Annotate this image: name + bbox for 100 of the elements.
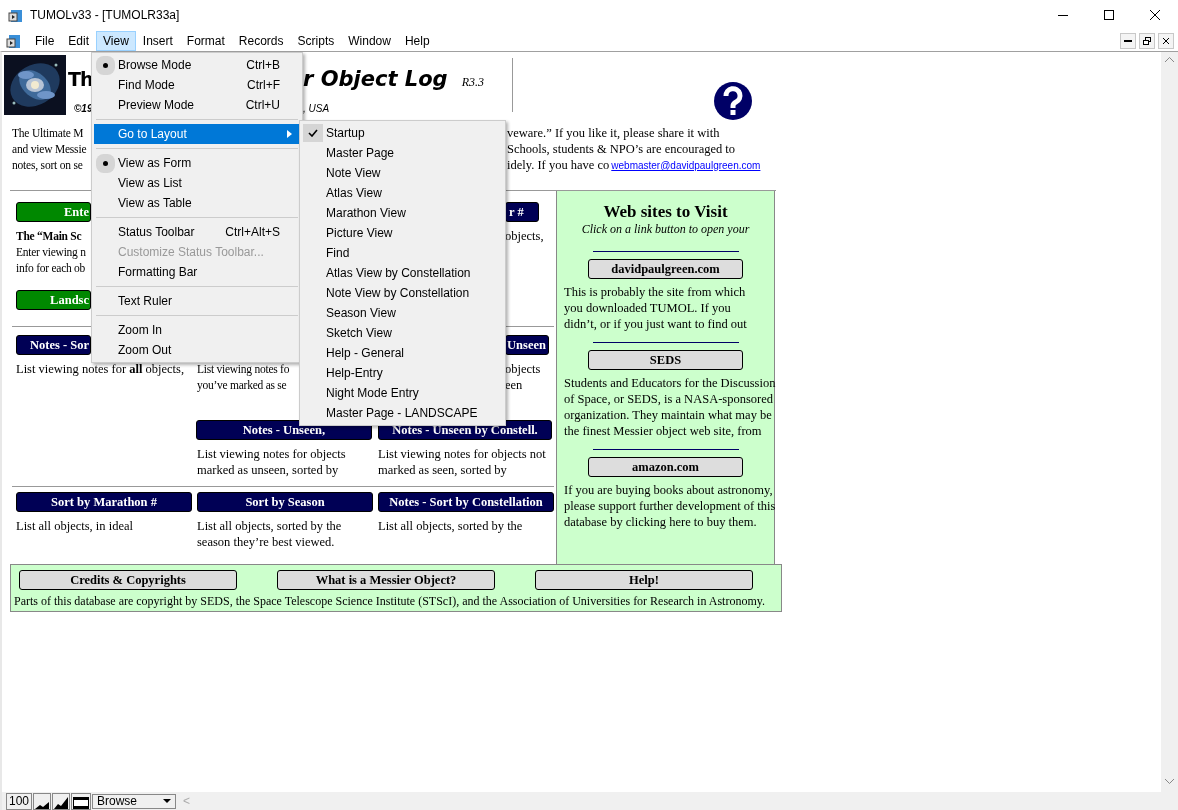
window-title: TUMOLv33 - [TUMOLR33a]: [30, 8, 180, 22]
intro-text: The Ultimate M: [12, 126, 84, 141]
layout-button[interactable]: Sort by Season: [197, 492, 373, 512]
help-icon: [713, 81, 753, 121]
website-button[interactable]: davidpaulgreen.com: [588, 259, 743, 279]
description-text: Enter viewing n: [16, 245, 86, 260]
intro-text: notes, sort on se: [12, 158, 83, 173]
layout-button[interactable]: Sort by Marathon #: [16, 492, 192, 512]
menu-option[interactable]: Zoom Out: [94, 340, 300, 360]
menu-option[interactable]: Status Toolbar Ctrl+Alt+S: [94, 222, 300, 242]
document-restore-button[interactable]: [1139, 32, 1155, 49]
menu-option[interactable]: View as List: [94, 173, 300, 193]
mountain-icon: [54, 796, 69, 809]
close-icon: [1162, 36, 1170, 45]
menu-option[interactable]: Atlas View: [302, 183, 503, 203]
release-label: R3.3: [461, 75, 484, 90]
document-minimize-button[interactable]: [1120, 32, 1136, 49]
menu-option[interactable]: Go to Layout: [94, 124, 300, 144]
description-text: objects: [505, 361, 541, 377]
description-text: you’ve marked as se: [197, 378, 287, 393]
menu-option[interactable]: Text Ruler: [94, 291, 300, 311]
menu-option[interactable]: Startup: [302, 123, 503, 143]
menu-option[interactable]: Preview Mode Ctrl+U: [94, 95, 300, 115]
site-description: If you are buying books about astronomy,: [564, 482, 773, 498]
intro-text: veware.” If you like it, please share it with: [507, 125, 720, 141]
copyright-text: , USA: [303, 103, 330, 114]
layout-button[interactable]: Unseen: [505, 335, 549, 355]
menu-option[interactable]: Atlas View by Constellation: [302, 263, 503, 283]
menu-item[interactable]: Help: [397, 30, 437, 51]
description-text: season they’re best viewed.: [197, 534, 335, 550]
menu-option[interactable]: Help-Entry: [302, 363, 503, 383]
panel-title: Web sites to Visit: [603, 203, 728, 221]
menu-item[interactable]: Format: [179, 30, 232, 51]
minimize-icon: [1058, 14, 1068, 16]
layout-button[interactable]: r #: [505, 202, 539, 222]
menu-option[interactable]: Night Mode Entry: [302, 383, 503, 403]
vertical-scrollbar[interactable]: [1161, 52, 1178, 792]
menu-option[interactable]: Find: [302, 243, 503, 263]
description-heading: The “Main Sc: [16, 229, 82, 244]
description-text: List viewing notes fo: [197, 362, 290, 377]
menu-option[interactable]: Sketch View: [302, 323, 503, 343]
site-description: didn’t, or if you just want to find out: [564, 316, 747, 332]
restore-icon: [1143, 36, 1151, 45]
description-text: marked as unseen, sorted by: [197, 462, 339, 478]
menu-option[interactable]: Browse Mode Ctrl+B: [94, 55, 300, 75]
website-button[interactable]: amazon.com: [588, 457, 743, 477]
close-icon: [1150, 10, 1160, 20]
document-icon: [6, 32, 22, 49]
minimize-icon: [1124, 39, 1132, 42]
site-description: of Space, or SEDS, is a NASA-sponsored: [564, 391, 773, 407]
menu-item[interactable]: Window: [341, 30, 398, 51]
window-icon: [73, 796, 90, 809]
footer-button[interactable]: What is a Messier Object?: [277, 570, 495, 590]
layout-button[interactable]: Ente: [16, 202, 91, 222]
menu-option[interactable]: Master Page - LANDSCAPE: [302, 403, 503, 423]
footer-button[interactable]: Help!: [535, 570, 753, 590]
menu-item[interactable]: Scripts: [290, 30, 342, 51]
intro-text: Schools, students & NPO’s are encouraged to: [507, 141, 736, 157]
dropdown-arrow-icon: [163, 799, 172, 803]
menu-item[interactable]: Records: [231, 30, 291, 51]
layout-button[interactable]: Notes - Sort by Constellation: [378, 492, 554, 512]
menu-option[interactable]: View as Table: [94, 193, 300, 213]
description-text: List viewing notes for objects not: [378, 446, 546, 462]
menu-option[interactable]: Marathon View: [302, 203, 503, 223]
menu-option[interactable]: Note View by Constellation: [302, 283, 503, 303]
menu-option[interactable]: Formatting Bar: [94, 262, 300, 282]
layout-button[interactable]: Notes - Sor: [16, 335, 91, 355]
app-icon: [8, 7, 24, 23]
menu-option[interactable]: Note View: [302, 163, 503, 183]
menu-option[interactable]: Zoom In: [94, 320, 300, 340]
site-description: Students and Educators for the Discussion: [564, 375, 776, 391]
menu-item[interactable]: Edit: [61, 30, 97, 51]
intro-text: idely. If you have co: [507, 157, 610, 173]
menu-option[interactable]: Season View: [302, 303, 503, 323]
site-description: you downloaded TUMOL. If you: [564, 300, 731, 316]
description-text: een: [505, 377, 523, 393]
email-link[interactable]: webmaster@davidpaulgreen.com: [611, 160, 761, 171]
document-close-button[interactable]: [1158, 32, 1174, 49]
description-text: List viewing notes for all objects,: [16, 361, 185, 377]
menu-option[interactable]: Help - General: [302, 343, 503, 363]
mode-dropdown[interactable]: Browse: [92, 793, 177, 809]
description-text: List all objects, in ideal: [16, 518, 133, 534]
menu-item[interactable]: View: [96, 30, 136, 51]
maximize-icon: [1104, 10, 1114, 20]
menu-option[interactable]: View as Form: [94, 153, 300, 173]
footer-button[interactable]: Credits & Copyrights: [19, 570, 237, 590]
zoom-in-button[interactable]: [52, 792, 71, 810]
zoom-out-button[interactable]: [33, 792, 52, 810]
website-button[interactable]: SEDS: [588, 350, 743, 370]
menu-option[interactable]: Picture View: [302, 223, 503, 243]
menu-option[interactable]: Find Mode Ctrl+F: [94, 75, 300, 95]
description-text: info for each ob: [16, 261, 86, 276]
menu-option[interactable]: Master Page: [302, 143, 503, 163]
layout-button[interactable]: Landsc: [16, 290, 91, 310]
description-text: objects,: [505, 228, 544, 244]
zoom-level-button[interactable]: 100: [6, 792, 33, 810]
menu-item[interactable]: Insert: [135, 30, 180, 51]
menu-item[interactable]: File: [28, 30, 62, 51]
copyright-note: Parts of this database are copyright by SEDS, the Space Telescope Science Institute (STScI), and the Association of Universities for Research in Astronomy.: [13, 594, 766, 609]
status-toggle-button[interactable]: [71, 792, 92, 810]
